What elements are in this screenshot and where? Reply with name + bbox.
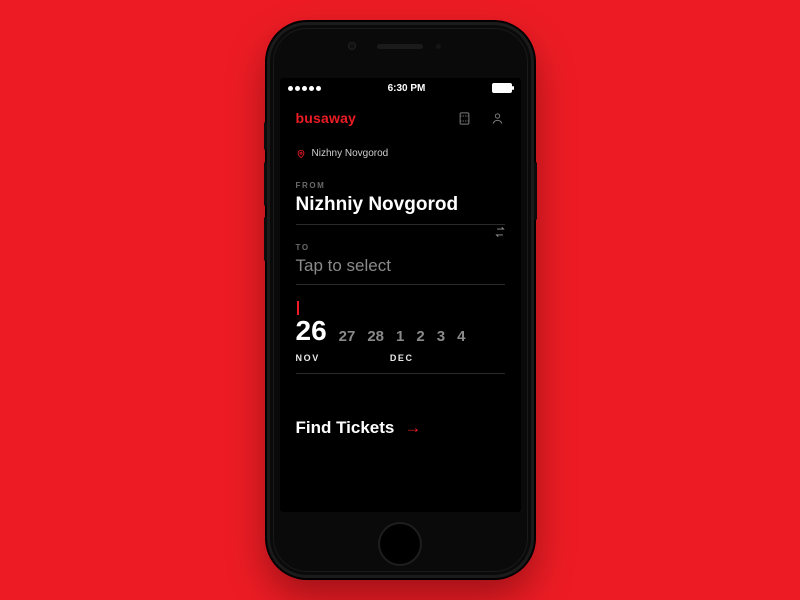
- arrow-right-icon: →: [404, 418, 421, 438]
- screen: 6:30 PM busaway: [280, 78, 521, 512]
- from-value: Nizhniy Novgorod: [296, 194, 505, 216]
- home-button[interactable]: [378, 522, 422, 566]
- current-location[interactable]: Nizhny Novgorod: [296, 148, 505, 159]
- front-camera: [348, 42, 356, 50]
- month-label: DEC: [390, 353, 414, 363]
- app-content: busaway: [280, 98, 521, 438]
- header-actions: [457, 111, 505, 126]
- date-indicator: [297, 301, 299, 315]
- find-tickets-label: Find Tickets: [296, 418, 395, 438]
- month-label: NOV: [296, 353, 320, 363]
- find-tickets-button[interactable]: Find Tickets →: [296, 418, 505, 438]
- date-option[interactable]: 27: [339, 328, 356, 345]
- date-option[interactable]: 28: [367, 328, 384, 345]
- to-placeholder: Tap to select: [296, 256, 505, 276]
- date-months: NOV DEC: [296, 353, 505, 363]
- signal-dots-icon: [288, 86, 321, 91]
- current-location-label: Nizhny Novgorod: [312, 148, 389, 159]
- date-picker[interactable]: 26 27 28 1 2 3 4 NOV DEC: [296, 301, 505, 374]
- location-pin-icon: [296, 149, 306, 159]
- date-option[interactable]: 3: [437, 328, 445, 345]
- mute-switch: [264, 122, 267, 150]
- from-field[interactable]: FROM Nizhniy Novgorod: [296, 181, 505, 225]
- stage: 6:30 PM busaway: [0, 0, 800, 600]
- to-field[interactable]: TO Tap to select: [296, 243, 505, 285]
- header: busaway: [296, 110, 505, 126]
- divider: [296, 224, 505, 225]
- phone-frame: 6:30 PM busaway: [267, 22, 534, 578]
- divider: [296, 373, 505, 374]
- status-time: 6:30 PM: [388, 83, 426, 94]
- user-icon[interactable]: [490, 111, 505, 126]
- date-selected[interactable]: 26: [296, 317, 327, 345]
- battery-icon: [492, 83, 512, 93]
- brand-logo[interactable]: busaway: [296, 110, 357, 126]
- proximity-sensor: [436, 44, 441, 49]
- from-heading: FROM: [296, 181, 505, 190]
- swap-icon[interactable]: [493, 225, 507, 239]
- divider: [296, 284, 505, 285]
- date-option[interactable]: 4: [457, 328, 465, 345]
- power-button: [534, 162, 537, 220]
- status-bar: 6:30 PM: [280, 78, 521, 98]
- speaker: [377, 44, 423, 49]
- ticket-icon[interactable]: [457, 111, 472, 126]
- volume-down: [264, 217, 267, 261]
- date-days: 26 27 28 1 2 3 4: [296, 317, 505, 345]
- volume-up: [264, 162, 267, 206]
- to-heading: TO: [296, 243, 505, 252]
- date-option[interactable]: 1: [396, 328, 404, 345]
- date-option[interactable]: 2: [416, 328, 424, 345]
